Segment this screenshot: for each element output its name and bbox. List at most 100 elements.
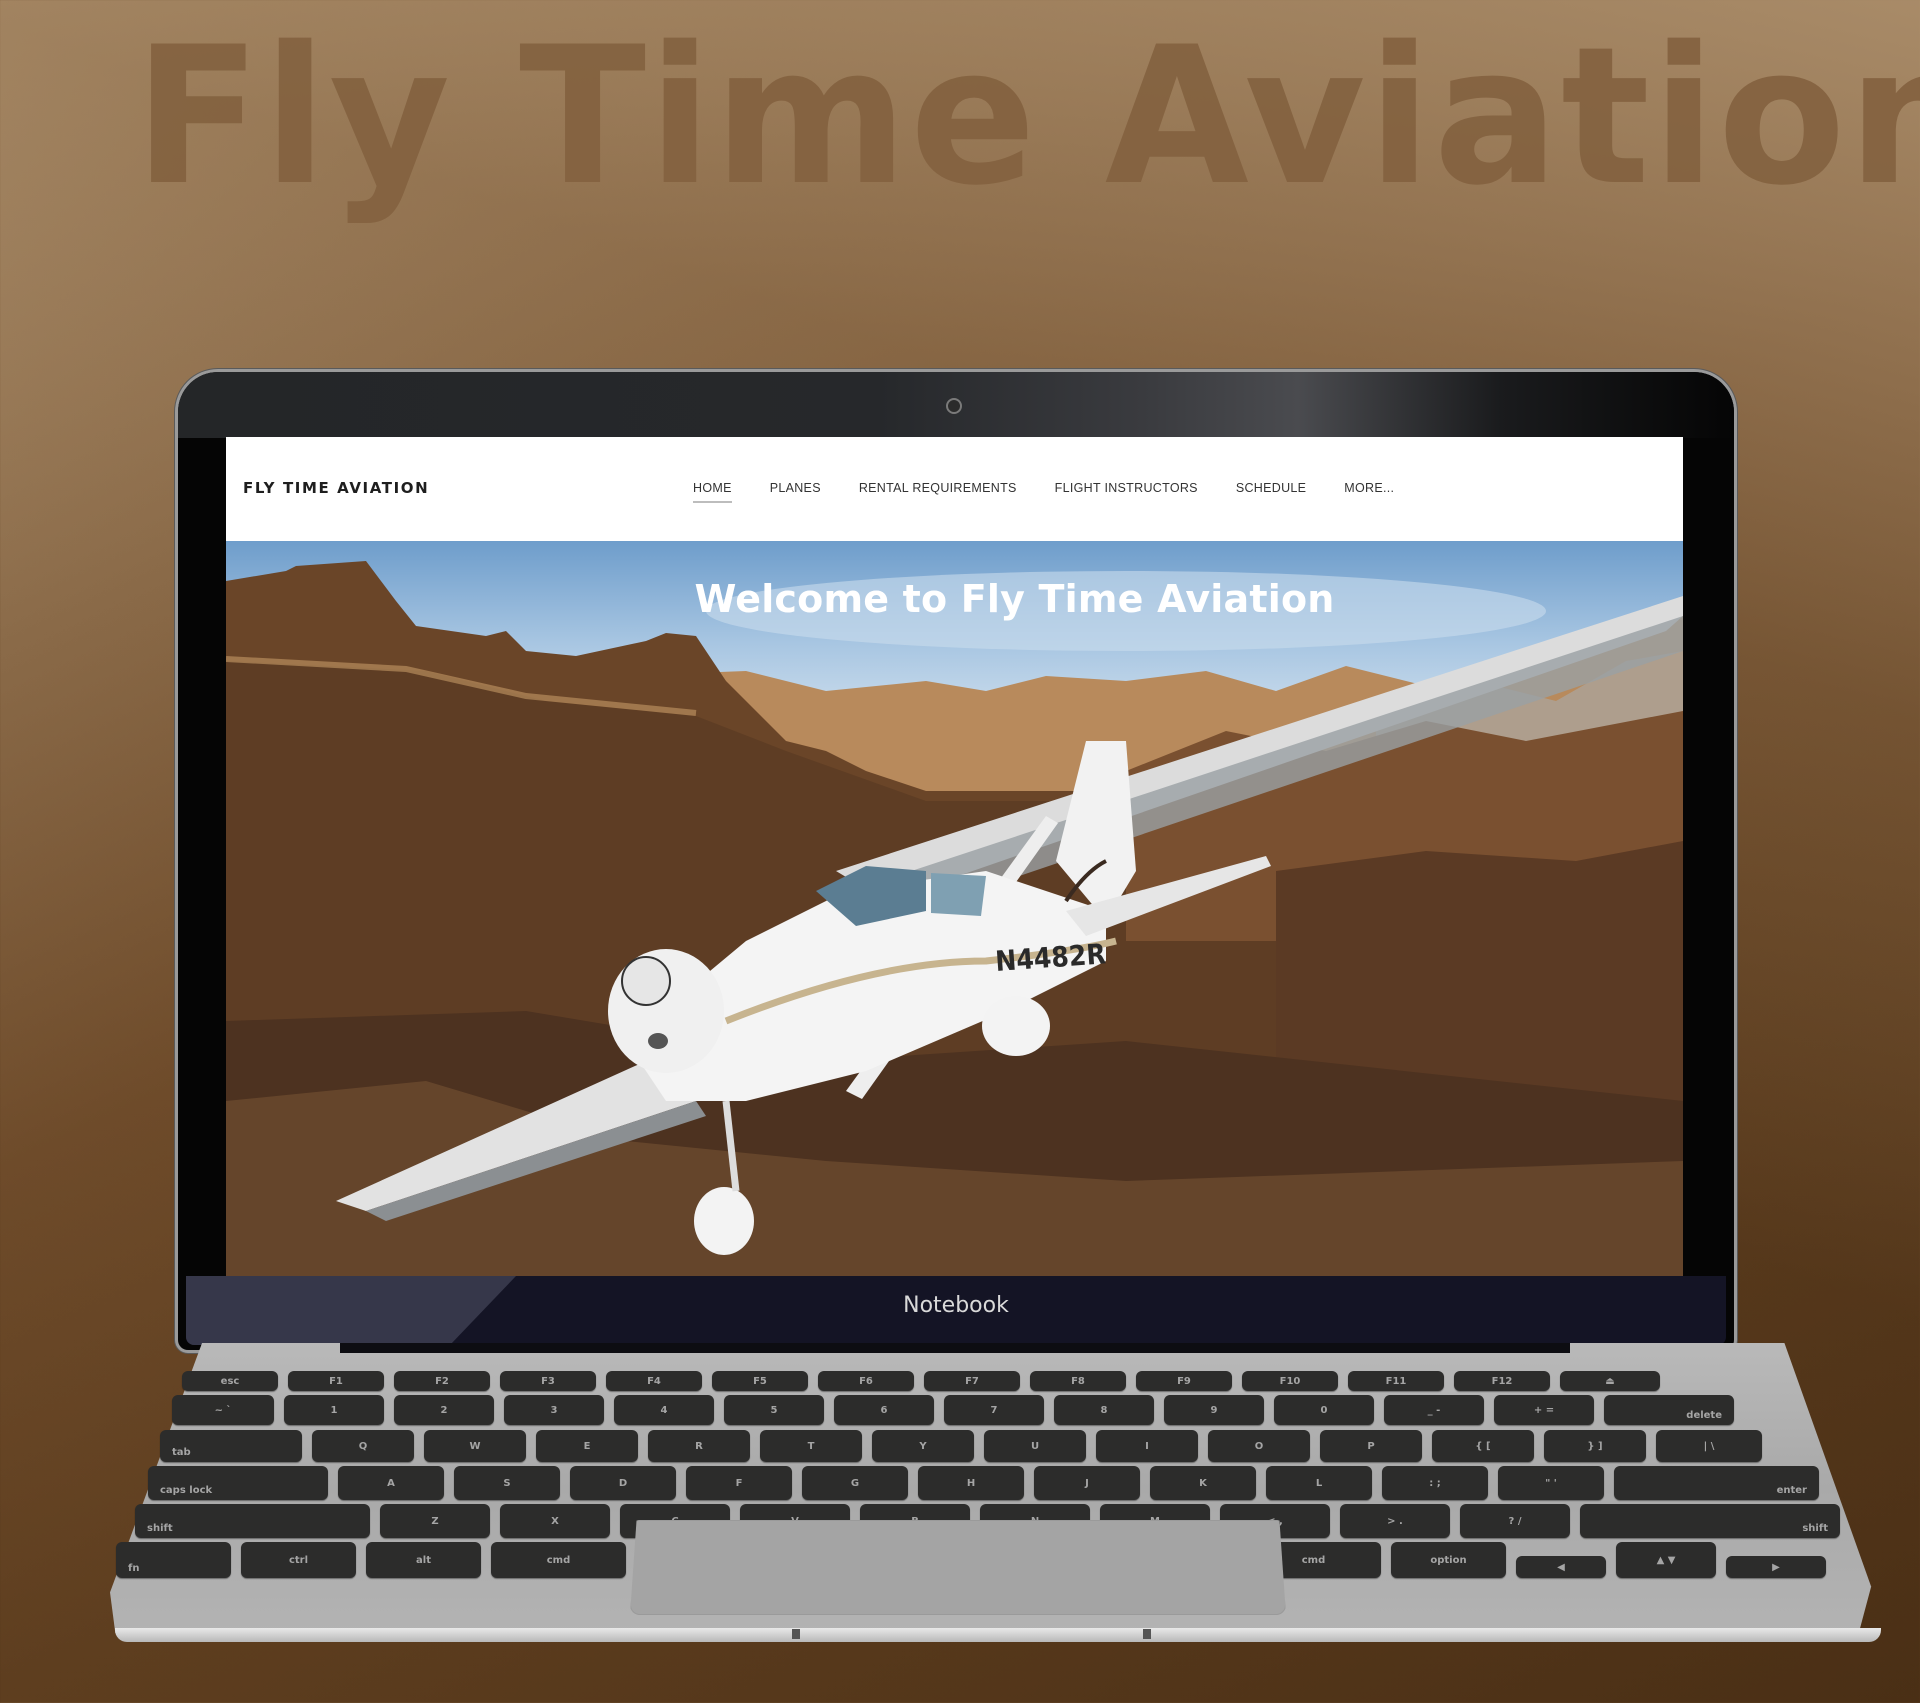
hero-image: N4482R (226, 561, 1683, 1276)
key-6[interactable]: 6 (834, 1395, 934, 1425)
key-y[interactable]: Y (872, 1430, 974, 1462)
key-l[interactable]: L (1266, 1466, 1372, 1500)
key-f9[interactable]: F9 (1136, 1371, 1232, 1391)
key-2[interactable]: 2 (394, 1395, 494, 1425)
nav-planes[interactable]: PLANES (770, 481, 821, 503)
keyboard-row: ~ ` 1 2 3 4 5 6 7 8 9 0 _ - + = delete (172, 1395, 1744, 1425)
key-esc[interactable]: esc (182, 1371, 278, 1391)
key-fn[interactable]: fn (116, 1542, 231, 1578)
key-h[interactable]: H (918, 1466, 1024, 1500)
key-z[interactable]: Z (380, 1504, 490, 1538)
spinner (621, 956, 671, 1006)
key-1[interactable]: 1 (284, 1395, 384, 1425)
nav-schedule[interactable]: SCHEDULE (1236, 481, 1306, 503)
key-9[interactable]: 9 (1164, 1395, 1264, 1425)
key-[interactable]: ◀ (1516, 1556, 1606, 1578)
key-f[interactable]: F (686, 1466, 792, 1500)
hinge (340, 1343, 1570, 1353)
key-p[interactable]: P (1320, 1430, 1422, 1462)
nav-more[interactable]: MORE... (1344, 481, 1394, 503)
base-front-edge (115, 1628, 1881, 1642)
keyboard-row: tab Q W E R T Y U I O P { [ } ] | \ (160, 1430, 1772, 1462)
right-wheel-pant (982, 996, 1050, 1056)
key-f6[interactable]: F6 (818, 1371, 914, 1391)
keyboard-row: caps lock A S D F G H J K L : ; " ' enter (148, 1466, 1829, 1500)
site-logo[interactable]: FLY TIME AVIATION (243, 479, 429, 497)
key-x[interactable]: X (500, 1504, 610, 1538)
key-caps-lock[interactable]: caps lock (148, 1466, 328, 1500)
key-cmd[interactable]: cmd (491, 1542, 626, 1578)
key-[interactable]: > . (1340, 1504, 1450, 1538)
laptop-screen: FLY TIME AVIATION HOME PLANES RENTAL REQ… (226, 437, 1683, 1276)
key-e[interactable]: E (536, 1430, 638, 1462)
hero-banner: N4482R Welcome to Fly Time Aviation (226, 541, 1683, 1276)
webcam-icon (946, 398, 962, 414)
key-f3[interactable]: F3 (500, 1371, 596, 1391)
key-f11[interactable]: F11 (1348, 1371, 1444, 1391)
site-header: FLY TIME AVIATION HOME PLANES RENTAL REQ… (226, 437, 1683, 541)
brand-label: Notebook (903, 1293, 1009, 1318)
key-s[interactable]: S (454, 1466, 560, 1500)
key-option[interactable]: option (1391, 1542, 1506, 1578)
key-g[interactable]: G (802, 1466, 908, 1500)
nav-rental-requirements[interactable]: RENTAL REQUIREMENTS (859, 481, 1017, 503)
key-a[interactable]: A (338, 1466, 444, 1500)
key-[interactable]: | \ (1656, 1430, 1762, 1462)
key-r[interactable]: R (648, 1430, 750, 1462)
key-w[interactable]: W (424, 1430, 526, 1462)
key-[interactable]: { [ (1432, 1430, 1534, 1462)
key-[interactable]: ⏏ (1560, 1371, 1660, 1391)
key-[interactable]: } ] (1544, 1430, 1646, 1462)
key-ctrl[interactable]: ctrl (241, 1542, 356, 1578)
key-8[interactable]: 8 (1054, 1395, 1154, 1425)
laptop-chin: Notebook (186, 1276, 1726, 1345)
key-f7[interactable]: F7 (924, 1371, 1020, 1391)
key-f12[interactable]: F12 (1454, 1371, 1550, 1391)
nav-home[interactable]: HOME (693, 481, 732, 503)
key-[interactable]: + = (1494, 1395, 1594, 1425)
key-0[interactable]: 0 (1274, 1395, 1374, 1425)
key-o[interactable]: O (1208, 1430, 1310, 1462)
key-d[interactable]: D (570, 1466, 676, 1500)
key-f8[interactable]: F8 (1030, 1371, 1126, 1391)
key-7[interactable]: 7 (944, 1395, 1044, 1425)
key-q[interactable]: Q (312, 1430, 414, 1462)
side-window (931, 873, 986, 916)
key-i[interactable]: I (1096, 1430, 1198, 1462)
site-nav: HOME PLANES RENTAL REQUIREMENTS FLIGHT I… (693, 481, 1432, 503)
key-[interactable]: ? / (1460, 1504, 1570, 1538)
watermark-title: Fly Time Aviation (134, 6, 1920, 227)
key-u[interactable]: U (984, 1430, 1086, 1462)
key-3[interactable]: 3 (504, 1395, 604, 1425)
key-[interactable]: ~ ` (172, 1395, 274, 1425)
key-5[interactable]: 5 (724, 1395, 824, 1425)
key-shift[interactable]: shift (1580, 1504, 1840, 1538)
key-[interactable]: ▶ (1726, 1556, 1826, 1578)
foot-left (792, 1629, 800, 1639)
key-enter[interactable]: enter (1614, 1466, 1819, 1500)
hero-title: Welcome to Fly Time Aviation (694, 577, 1335, 621)
key-[interactable]: ▲ ▼ (1616, 1542, 1716, 1578)
key-f1[interactable]: F1 (288, 1371, 384, 1391)
landing-light (648, 1033, 668, 1049)
trackpad[interactable] (630, 1520, 1286, 1615)
keyboard-row: esc F1 F2 F3 F4 F5 F6 F7 F8 F9 F10 F11 F12 ⏏ (182, 1371, 1670, 1391)
nose-wheel-pant (694, 1187, 754, 1255)
key-[interactable]: _ - (1384, 1395, 1484, 1425)
nav-flight-instructors[interactable]: FLIGHT INSTRUCTORS (1055, 481, 1198, 503)
key-t[interactable]: T (760, 1430, 862, 1462)
key-f5[interactable]: F5 (712, 1371, 808, 1391)
key-shift[interactable]: shift (135, 1504, 370, 1538)
key-tab[interactable]: tab (160, 1430, 302, 1462)
key-[interactable]: " ' (1498, 1466, 1604, 1500)
key-4[interactable]: 4 (614, 1395, 714, 1425)
key-delete[interactable]: delete (1604, 1395, 1734, 1425)
key-f10[interactable]: F10 (1242, 1371, 1338, 1391)
key-k[interactable]: K (1150, 1466, 1256, 1500)
key-alt[interactable]: alt (366, 1542, 481, 1578)
key-f4[interactable]: F4 (606, 1371, 702, 1391)
key-f2[interactable]: F2 (394, 1371, 490, 1391)
foot-right (1143, 1629, 1151, 1639)
key-[interactable]: : ; (1382, 1466, 1488, 1500)
key-j[interactable]: J (1034, 1466, 1140, 1500)
